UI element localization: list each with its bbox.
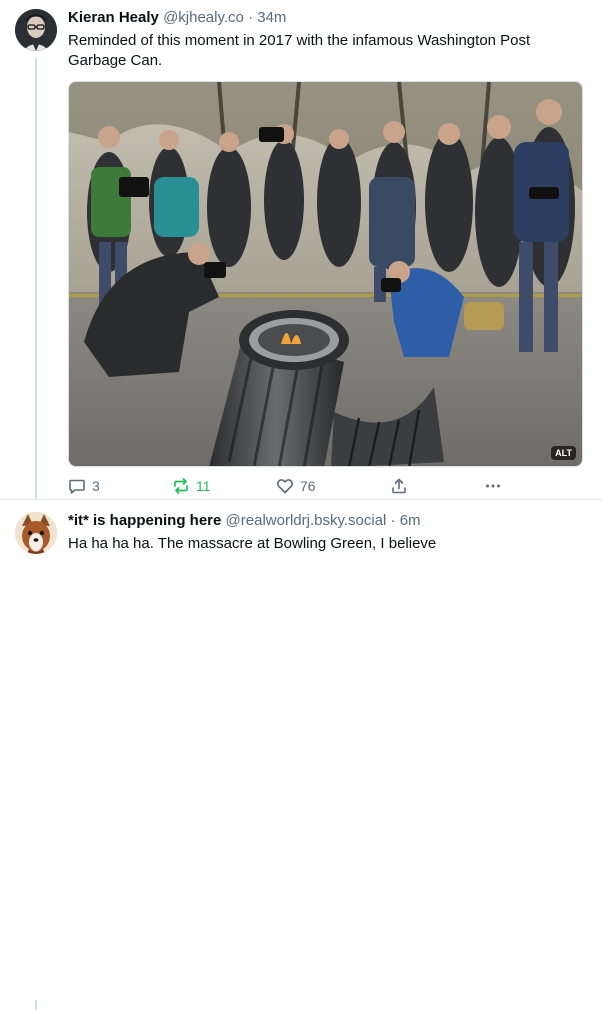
reply-icon	[68, 477, 86, 495]
repost-icon	[172, 477, 190, 495]
post-timestamp[interactable]: 6m	[400, 512, 421, 529]
author-handle[interactable]: @realworldrj.bsky.social	[226, 512, 387, 529]
avatar[interactable]	[15, 512, 57, 554]
repost-count: 11	[196, 478, 211, 494]
more-icon	[484, 477, 502, 495]
author-name[interactable]: *it* is happening here	[68, 512, 221, 529]
post-text: Reminded of this moment in 2017 with the…	[68, 32, 531, 69]
photo-crowd-of-photographers	[69, 82, 582, 466]
thread-line	[35, 58, 37, 500]
separator-dot: ·	[390, 512, 396, 529]
thread-line	[35, 1000, 37, 1010]
like-count: 76	[300, 478, 316, 494]
avatar-image	[15, 9, 57, 51]
author-handle[interactable]: @kjhealy.co	[163, 9, 244, 26]
alt-text-badge[interactable]: ALT	[551, 446, 576, 460]
reply-count: 3	[92, 478, 100, 494]
author-name[interactable]: Kieran Healy	[68, 9, 159, 26]
post-kieran-healy[interactable]: Kieran Healy @kjhealy.co · 34m Reminded …	[0, 0, 602, 500]
post-image[interactable]: ALT	[68, 81, 583, 467]
reply-button[interactable]: 3	[68, 475, 100, 497]
share-button[interactable]	[390, 475, 408, 497]
post-header: *it* is happening here @realworldrj.bsky…	[68, 512, 421, 530]
like-button[interactable]: 76	[276, 475, 316, 497]
avatar[interactable]	[15, 9, 57, 51]
post-timestamp[interactable]: 34m	[257, 9, 286, 26]
avatar-image	[15, 512, 57, 554]
post-actions: 3 11 76	[68, 475, 588, 497]
post-text: Ha ha ha ha. The massacre at Bowling Gre…	[68, 535, 437, 552]
repost-button[interactable]: 11	[172, 475, 211, 497]
separator-dot: ·	[248, 9, 254, 26]
share-icon	[390, 477, 408, 495]
post-header: Kieran Healy @kjhealy.co · 34m	[68, 9, 286, 27]
more-options-button[interactable]	[484, 475, 502, 497]
like-icon	[276, 477, 294, 495]
